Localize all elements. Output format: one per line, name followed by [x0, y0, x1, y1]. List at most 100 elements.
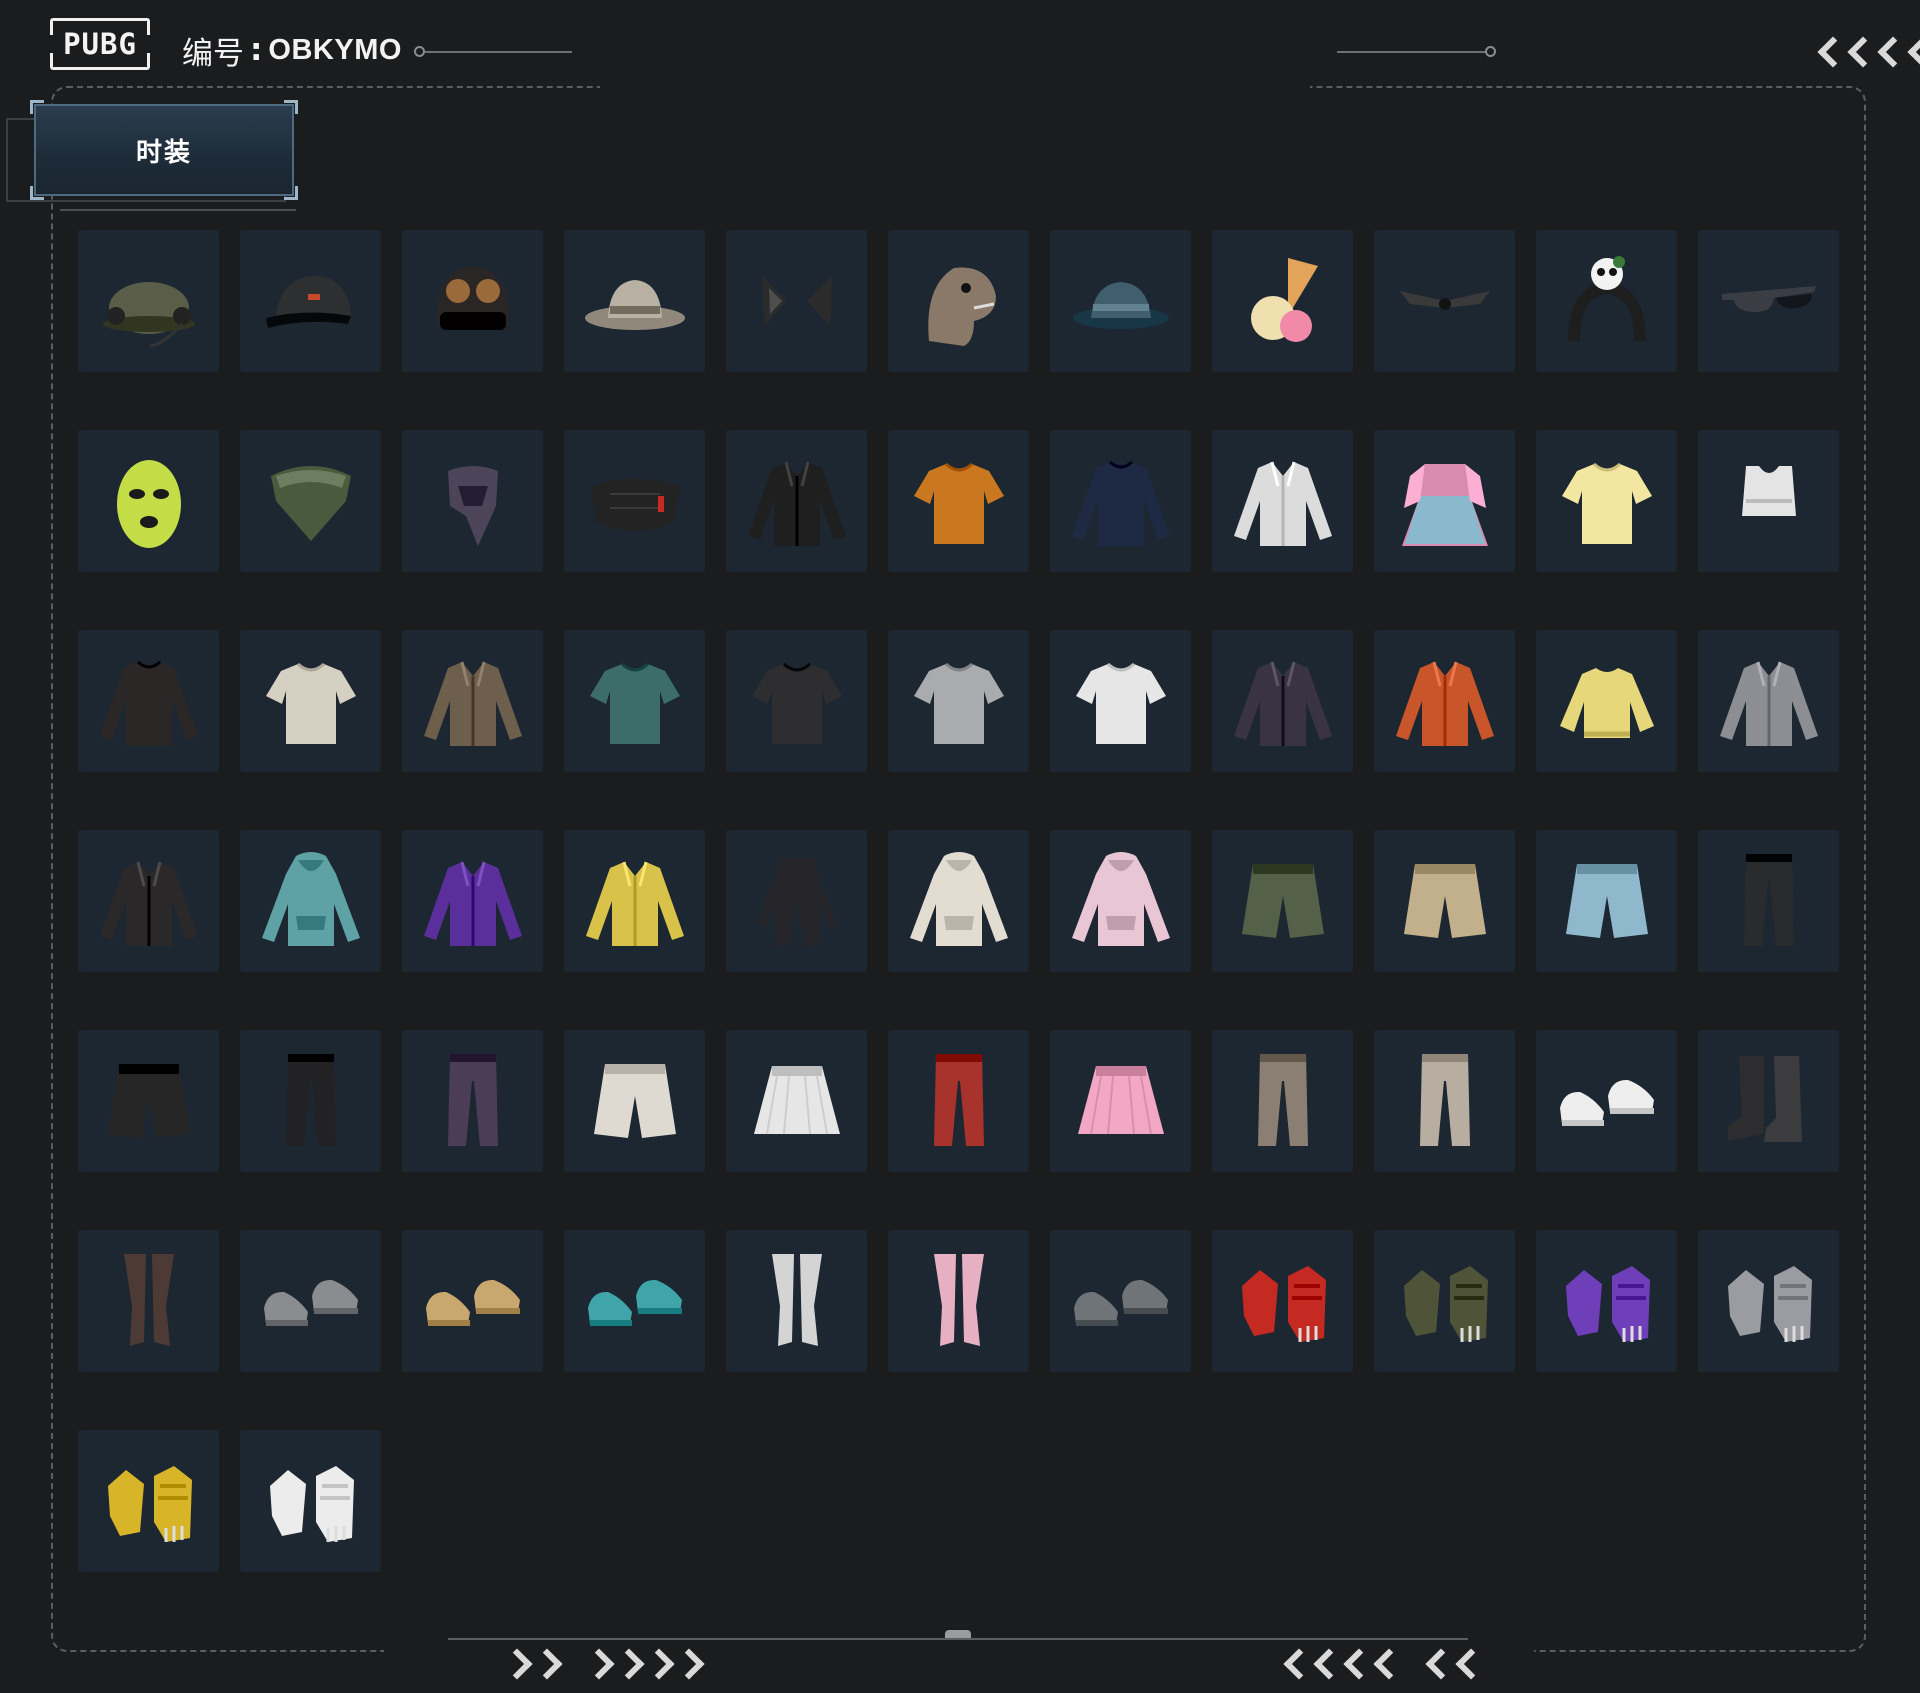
inventory-item[interactable] [1536, 430, 1677, 572]
black-print-tee-icon [751, 662, 842, 744]
denim-shorts-icon [1565, 864, 1648, 938]
inventory-item[interactable] [78, 830, 219, 972]
grey-orange-jacket-icon [1719, 661, 1818, 746]
white-sneakers-icon [1559, 1079, 1654, 1126]
inventory-item[interactable] [1536, 1030, 1677, 1172]
inventory-item[interactable] [78, 430, 219, 572]
white-tee-icon [1075, 662, 1166, 744]
inventory-item[interactable] [888, 630, 1029, 772]
footer-chevrons-right [501, 1648, 708, 1680]
inventory-item[interactable] [240, 230, 381, 372]
fishnet-stockings-icon [123, 1254, 174, 1346]
inventory-item[interactable] [1698, 630, 1839, 772]
red-camo-pants-icon [933, 1054, 984, 1146]
inventory-item[interactable] [1212, 830, 1353, 972]
footer-chevrons-left [1283, 1648, 1490, 1680]
inventory-item[interactable] [1698, 1230, 1839, 1372]
navy-turtleneck-icon [1071, 460, 1170, 546]
inventory-item[interactable] [888, 230, 1029, 372]
inventory-item[interactable] [726, 230, 867, 372]
black-face-mask-icon [591, 478, 680, 531]
inventory-item[interactable] [240, 430, 381, 572]
inventory-item[interactable] [402, 830, 543, 972]
cat-ears-icon [761, 276, 832, 326]
purple-gloves-icon [1565, 1266, 1650, 1342]
inventory-item[interactable] [240, 630, 381, 772]
inventory-item[interactable] [240, 1030, 381, 1172]
inventory-item[interactable] [564, 230, 705, 372]
grey-tee-icon [913, 662, 1004, 744]
inventory-item[interactable] [1212, 230, 1353, 372]
inventory-item[interactable] [564, 430, 705, 572]
inventory-item[interactable] [402, 630, 543, 772]
inventory-item[interactable] [888, 430, 1029, 572]
inventory-item[interactable] [1374, 430, 1515, 572]
inventory-item[interactable] [1050, 630, 1191, 772]
inventory-item[interactable] [78, 630, 219, 772]
inventory-item[interactable] [240, 1430, 381, 1572]
inventory-item[interactable] [1212, 1030, 1353, 1172]
black-skinny-pants-icon [285, 1054, 336, 1146]
inventory-item[interactable] [78, 1230, 219, 1372]
inventory-item[interactable] [1374, 630, 1515, 772]
inventory-item[interactable] [1698, 430, 1839, 572]
green-balaclava-icon [116, 460, 181, 548]
inventory-item[interactable] [1050, 1230, 1191, 1372]
inventory-item[interactable] [1050, 830, 1191, 972]
inventory-item[interactable] [1212, 1230, 1353, 1372]
inventory-item[interactable] [1374, 1030, 1515, 1172]
inventory-item[interactable] [1536, 1230, 1677, 1372]
khaki-cargo-shorts-icon [1403, 864, 1486, 938]
inventory-item[interactable] [726, 1230, 867, 1372]
teal-clogs-icon [587, 1279, 682, 1326]
inventory-item[interactable] [78, 1030, 219, 1172]
black-cargo-pants-icon [1743, 854, 1794, 946]
black-jumpsuit-icon [757, 858, 836, 946]
inventory-item[interactable] [78, 230, 219, 372]
inventory-item[interactable] [1212, 630, 1353, 772]
inventory-item[interactable] [1536, 230, 1677, 372]
header-line-right [1337, 51, 1487, 53]
inventory-item[interactable] [726, 430, 867, 572]
inventory-item[interactable] [1698, 230, 1839, 372]
inventory-item[interactable] [1374, 230, 1515, 372]
inventory-item[interactable] [1374, 1230, 1515, 1372]
inventory-item[interactable] [1698, 1030, 1839, 1172]
inventory-item[interactable] [78, 1430, 219, 1572]
inventory-item[interactable] [564, 830, 705, 972]
brown-vest-jacket-icon [423, 661, 522, 746]
inventory-item[interactable] [240, 1230, 381, 1372]
inventory-item[interactable] [402, 430, 543, 572]
inventory-item[interactable] [1050, 1030, 1191, 1172]
sunglasses-icon [1721, 286, 1816, 312]
inventory-item[interactable] [1536, 630, 1677, 772]
inventory-item[interactable] [726, 830, 867, 972]
inventory-item[interactable] [564, 1030, 705, 1172]
inventory-item[interactable] [888, 1030, 1029, 1172]
inventory-item[interactable] [240, 830, 381, 972]
black-track-jacket-icon [747, 461, 846, 546]
inventory-item[interactable] [1698, 830, 1839, 972]
inventory-item[interactable] [726, 1030, 867, 1172]
tab-fashion[interactable]: 时装 [34, 104, 294, 196]
white-thigh-boots-icon [771, 1254, 822, 1346]
inventory-item[interactable] [888, 1230, 1029, 1372]
inventory-item[interactable] [1374, 830, 1515, 972]
inventory-item[interactable] [888, 830, 1029, 972]
inventory-item[interactable] [564, 1230, 705, 1372]
inventory-item[interactable] [402, 1230, 543, 1372]
yellow-white-jacket-icon [585, 861, 684, 946]
inventory-item[interactable] [1050, 430, 1191, 572]
goggles-beanie-icon [436, 266, 509, 330]
inventory-item[interactable] [1050, 230, 1191, 372]
inventory-item[interactable] [1212, 430, 1353, 572]
inventory-item[interactable] [1536, 830, 1677, 972]
inventory-item[interactable] [564, 630, 705, 772]
chick-raglan-tee-icon [1561, 462, 1652, 544]
inventory-item[interactable] [726, 630, 867, 772]
header-chevrons-right [1817, 36, 1920, 68]
black-mesh-longsleeve-icon [99, 660, 198, 746]
inventory-item[interactable] [402, 1030, 543, 1172]
inventory-item[interactable] [402, 230, 543, 372]
bucket-hat-icon [1072, 282, 1169, 329]
